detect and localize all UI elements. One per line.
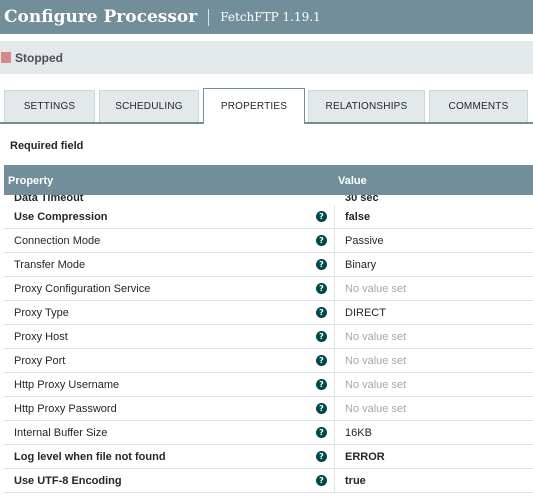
help-icon[interactable]: ? [316,451,327,462]
column-divider [334,277,335,301]
tab-scheduling[interactable]: SCHEDULING [99,90,199,122]
tab-settings[interactable]: SETTINGS [4,90,95,122]
table-header: Property Value [4,165,533,195]
property-name: Use UTF-8 Encoding [14,475,122,487]
property-name: Http Proxy Password [14,403,117,415]
column-divider [334,469,335,493]
property-value[interactable]: ERROR [345,451,385,463]
help-icon[interactable]: ? [316,379,327,390]
column-divider [334,445,335,469]
property-name: Proxy Configuration Service [14,283,151,295]
dialog-header: Configure Processor FetchFTP 1.19.1 [0,0,533,34]
column-divider [334,301,335,325]
property-value[interactable]: true [345,475,366,487]
table-row[interactable]: Transfer Mode? Binary [4,253,533,277]
run-status-label: Stopped [15,50,63,65]
tab-comments[interactable]: COMMENTS [429,90,528,122]
property-name: Proxy Host [14,331,68,343]
help-icon[interactable]: ? [316,475,327,486]
value-column-header[interactable]: Value [338,175,367,187]
property-value[interactable]: false [345,211,370,223]
help-icon[interactable]: ? [316,355,327,366]
column-divider [334,253,335,277]
property-value[interactable]: No value set [345,379,406,391]
column-divider [334,229,335,253]
help-icon[interactable]: ? [316,403,327,414]
table-row[interactable]: Log level when file not found? ERROR [4,445,533,469]
property-name: Transfer Mode [14,259,86,271]
tab-relationships[interactable]: RELATIONSHIPS [308,90,425,122]
table-row[interactable]: Http Proxy Password? No value set [4,397,533,421]
properties-table: Property Value Data Timeout 30 sec Use C… [4,165,533,500]
column-divider [334,205,335,229]
table-row[interactable]: Proxy Host? No value set [4,325,533,349]
property-name: Proxy Type [14,307,69,319]
property-value[interactable]: No value set [345,283,406,295]
property-name: Internal Buffer Size [14,427,108,439]
help-icon[interactable]: ? [316,283,327,294]
tab-bar: SETTINGS SCHEDULING PROPERTIES RELATIONS… [0,88,533,124]
required-field-legend: Required field [10,140,84,152]
help-icon[interactable]: ? [316,211,327,222]
property-name: Proxy Port [14,355,66,367]
property-value[interactable]: Passive [345,235,384,247]
help-icon[interactable]: ? [316,307,327,318]
help-icon[interactable]: ? [316,331,327,342]
property-value[interactable]: Binary [345,259,376,271]
table-row[interactable]: Connection Mode? Passive [4,229,533,253]
table-row[interactable]: Use UTF-8 Encoding? true [4,469,533,493]
property-value[interactable]: 16KB [345,427,372,439]
table-row[interactable]: Http Proxy Username? No value set [4,373,533,397]
column-divider [334,397,335,421]
status-bar: Stopped [0,41,533,74]
table-row[interactable]: Proxy Configuration Service? No value set [4,277,533,301]
property-value[interactable]: No value set [345,355,406,367]
help-icon[interactable]: ? [316,259,327,270]
stopped-status-icon [1,52,11,63]
table-body: Use Compression? false Connection Mode? Pas… [4,205,533,493]
property-value[interactable]: No value set [345,331,406,343]
column-divider [334,349,335,373]
table-row[interactable]: Proxy Type? DIRECT [4,301,533,325]
property-column-header[interactable]: Property [8,175,53,187]
property-name: Http Proxy Username [14,379,120,391]
property-value[interactable]: No value set [345,403,406,415]
column-divider [334,325,335,349]
property-name: Use Compression [14,211,108,223]
property-name: Connection Mode [14,235,101,247]
help-icon[interactable]: ? [316,427,327,438]
column-divider [334,421,335,445]
title-divider [208,8,210,26]
column-divider [334,373,335,397]
table-row[interactable]: Use Compression? false [4,205,533,229]
help-icon[interactable]: ? [316,235,327,246]
property-value[interactable]: DIRECT [345,307,386,319]
tab-properties[interactable]: PROPERTIES [203,88,305,124]
processor-type: FetchFTP 1.19.1 [220,10,321,24]
table-row[interactable]: Internal Buffer Size? 16KB [4,421,533,445]
table-row[interactable]: Proxy Port? No value set [4,349,533,373]
property-name: Log level when file not found [14,451,166,463]
dialog-title: Configure Processor [4,7,198,27]
